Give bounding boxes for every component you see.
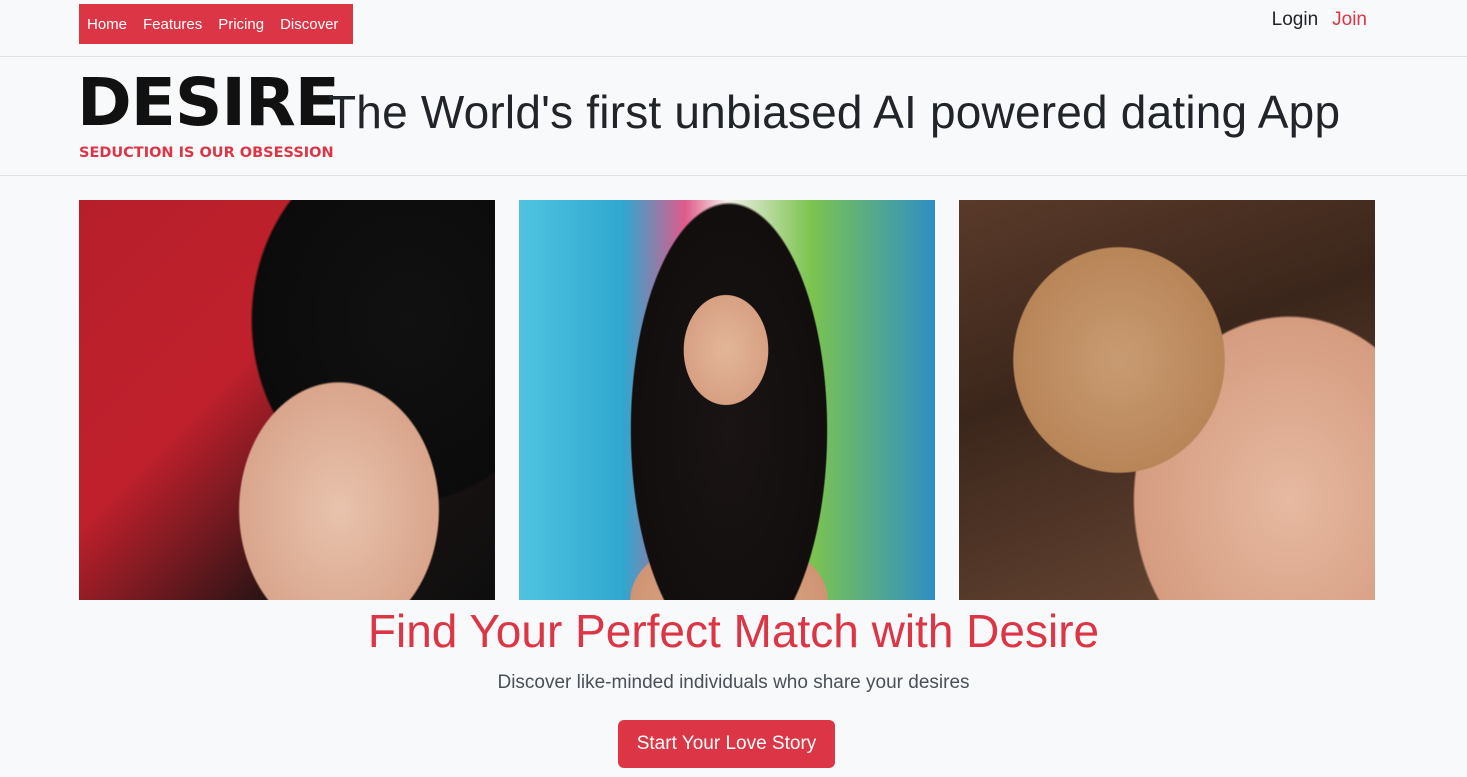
start-love-story-button[interactable]: Start Your Love Story <box>618 720 835 768</box>
hero-subline: Discover like-minded individuals who sha… <box>497 672 970 693</box>
nav-discover-link[interactable]: Discover <box>272 16 346 33</box>
portrait-photo-icon <box>959 200 1375 600</box>
auth-links: Login Join <box>1272 9 1367 31</box>
portrait-photo-icon <box>519 200 935 600</box>
page-tagline: The World's first unbiased AI powered da… <box>328 86 1341 138</box>
portrait-photo-icon <box>79 200 495 600</box>
gallery-photo-3 <box>959 200 1375 600</box>
nav-features-link[interactable]: Features <box>135 16 210 33</box>
logo-wordmark[interactable]: DESIRE <box>77 67 340 139</box>
main-nav: Home Features Pricing Discover <box>79 4 353 44</box>
top-navbar: Home Features Pricing Discover Login Joi… <box>0 0 1467 57</box>
nav-pricing-link[interactable]: Pricing <box>210 16 272 33</box>
gallery-photo-1 <box>79 200 495 600</box>
join-link[interactable]: Join <box>1332 9 1367 31</box>
login-link[interactable]: Login <box>1272 9 1319 31</box>
nav-home-link[interactable]: Home <box>87 16 135 33</box>
gallery-photo-2 <box>519 200 935 600</box>
brand-header: DESIRE SEDUCTION IS OUR OBSESSION The Wo… <box>0 57 1467 176</box>
logo-slogan: SEDUCTION IS OUR OBSESSION <box>79 145 334 161</box>
hero-headline: Find Your Perfect Match with Desire <box>367 605 1100 657</box>
